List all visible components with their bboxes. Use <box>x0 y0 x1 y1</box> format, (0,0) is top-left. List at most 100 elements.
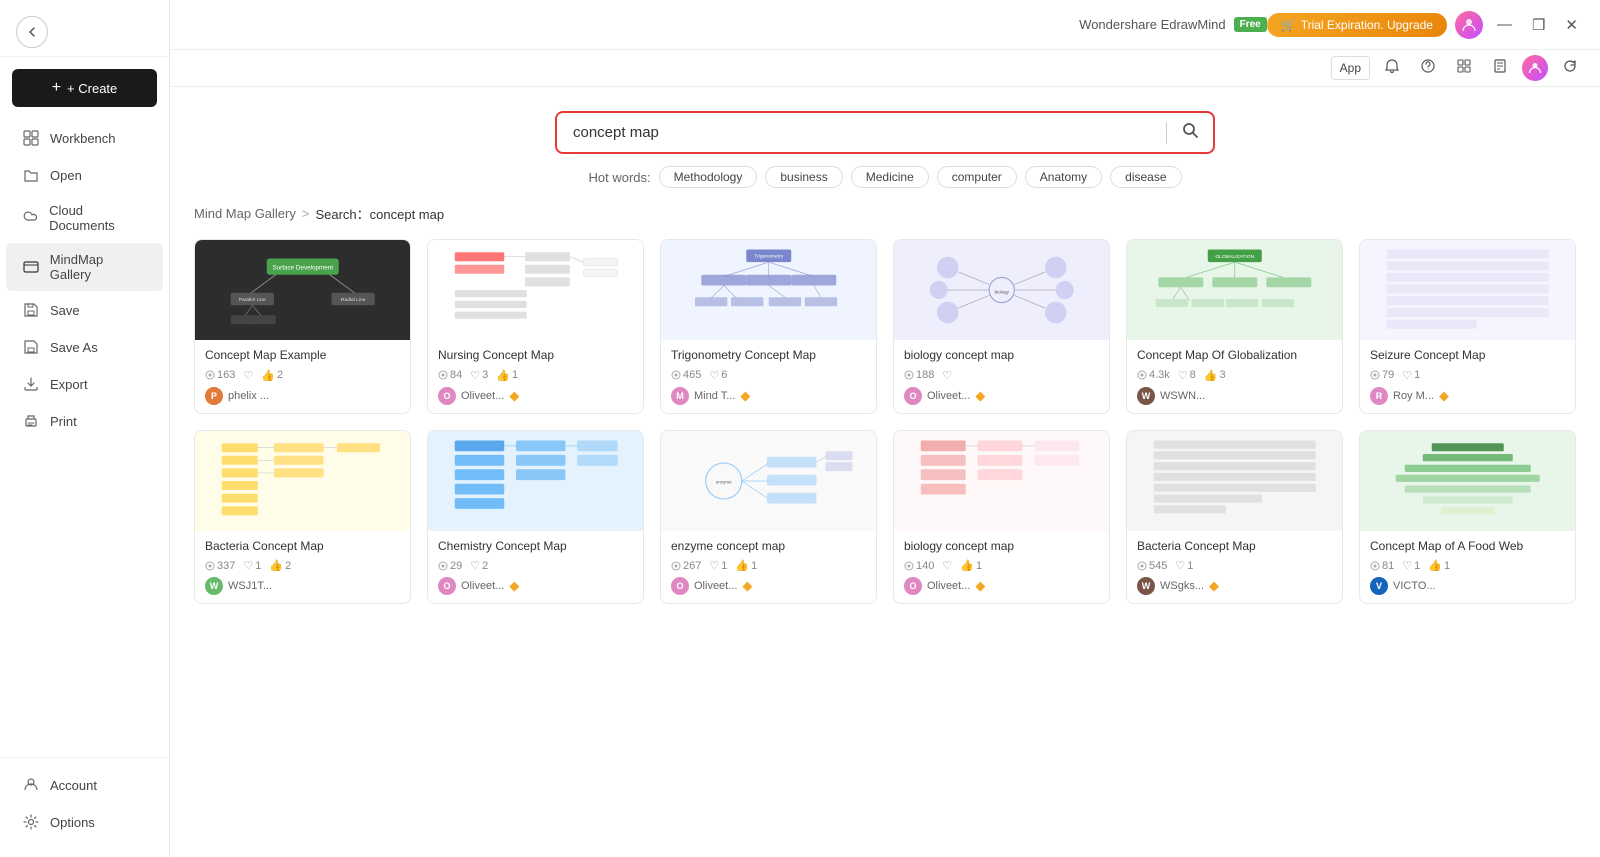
maximize-button[interactable]: ❐ <box>1526 12 1551 38</box>
card-author-6: R Roy M... ◆ <box>1370 387 1565 405</box>
card-thumb-12 <box>1360 431 1575 531</box>
views-1: 163 <box>205 369 235 381</box>
hot-words-label: Hot words: <box>588 170 650 185</box>
help-icon[interactable] <box>1414 54 1442 82</box>
gallery-card-12[interactable]: Concept Map of A Food Web 81 ♡ 1 👍 1 V V… <box>1359 430 1576 605</box>
minimize-button[interactable]: — <box>1491 12 1518 37</box>
gallery-card-8[interactable]: Chemistry Concept Map 29 ♡ 2 O Oliveet..… <box>427 430 644 605</box>
create-button[interactable]: + + Create <box>12 69 157 107</box>
app-title: Wondershare EdrawMind <box>1079 17 1225 32</box>
hot-tag-computer[interactable]: computer <box>937 166 1017 188</box>
card-title-4: biology concept map <box>904 348 1099 364</box>
content-area: Mind Map Gallery > Search：concept map Su… <box>170 204 1600 857</box>
gallery-card-3[interactable]: Trigonometry <box>660 239 877 414</box>
card-info-10: biology concept map 140 ♡ 👍 1 O Oliveet.… <box>894 531 1109 604</box>
save-as-label: Save As <box>50 340 98 355</box>
sidebar-item-mindmap-gallery[interactable]: MindMap Gallery <box>6 243 163 291</box>
heart-1: ♡ <box>243 369 253 382</box>
app-mode-label[interactable]: App <box>1331 56 1370 80</box>
plus-icon: + <box>52 79 61 97</box>
like-1: 👍 2 <box>261 369 283 382</box>
card-title-5: Concept Map Of Globalization <box>1137 348 1332 364</box>
svg-text:Surface Development: Surface Development <box>272 264 333 271</box>
user-avatar[interactable] <box>1455 11 1483 39</box>
sidebar-item-options[interactable]: Options <box>6 804 163 840</box>
breadcrumb-separator: > <box>302 206 310 221</box>
like-5: 👍 3 <box>1204 369 1226 382</box>
card-stats-3: 465 ♡ 6 <box>671 369 866 382</box>
author-name-4: Oliveet... <box>927 390 970 402</box>
topbar: Wondershare EdrawMind Free 🛒 Trial Expir… <box>170 0 1600 50</box>
card-info-2: Nursing Concept Map 84 ♡ 3 👍 1 O Oliveet… <box>428 340 643 413</box>
gallery-card-4[interactable]: biology <box>893 239 1110 414</box>
views-10: 140 <box>904 560 934 572</box>
sidebar-item-cloud[interactable]: Cloud Documents <box>6 194 163 242</box>
settings-icon[interactable] <box>1486 54 1514 82</box>
search-input[interactable] <box>557 114 1166 151</box>
svg-text:GLOBALIZATION: GLOBALIZATION <box>1215 254 1254 260</box>
sidebar-item-save-as[interactable]: Save As <box>6 329 163 365</box>
gallery-card-11[interactable]: Bacteria Concept Map 545 ♡ 1 W WSgks... … <box>1126 430 1343 605</box>
search-button[interactable] <box>1167 113 1213 152</box>
author-avatar-5: W <box>1137 387 1155 405</box>
sidebar-item-print[interactable]: Print <box>6 403 163 439</box>
sidebar-nav: Workbench Open Cloud Documents MindMap G… <box>0 115 169 757</box>
heart-8: ♡ 2 <box>470 559 488 572</box>
card-title-1: Concept Map Example <box>205 348 400 364</box>
back-button[interactable] <box>16 16 48 48</box>
gallery-card-5[interactable]: GLOBALIZATION <box>1126 239 1343 414</box>
views-7: 337 <box>205 560 235 572</box>
user-avatar-2[interactable] <box>1522 55 1548 81</box>
gold-badge-9: ◆ <box>742 578 752 594</box>
views-6: 79 <box>1370 369 1394 381</box>
breadcrumb-current: Search：concept map <box>315 204 444 223</box>
author-avatar-8: O <box>438 577 456 595</box>
like-12: 👍 1 <box>1428 559 1450 572</box>
trial-button[interactable]: 🛒 Trial Expiration. Upgrade <box>1267 13 1447 37</box>
close-button[interactable]: ✕ <box>1559 12 1584 38</box>
views-5: 4.3k <box>1137 369 1170 381</box>
gallery-card-2[interactable]: Nursing Concept Map 84 ♡ 3 👍 1 O Oliveet… <box>427 239 644 414</box>
author-name-5: WSWN... <box>1160 390 1205 402</box>
views-2: 84 <box>438 369 462 381</box>
svg-text:biology: biology <box>994 290 1009 295</box>
gallery-card-6[interactable]: Seizure Concept Map 79 ♡ 1 R Roy M... ◆ <box>1359 239 1576 414</box>
sidebar-item-save[interactable]: Save <box>6 292 163 328</box>
gallery-card-9[interactable]: enzyme enzyme concept map <box>660 430 877 605</box>
card-info-3: Trigonometry Concept Map 465 ♡ 6 M Mind … <box>661 340 876 413</box>
card-info-6: Seizure Concept Map 79 ♡ 1 R Roy M... ◆ <box>1360 340 1575 413</box>
hot-tag-methodology[interactable]: Methodology <box>659 166 758 188</box>
sidebar-item-open[interactable]: Open <box>6 157 163 193</box>
account-label: Account <box>50 778 97 793</box>
card-title-7: Bacteria Concept Map <box>205 539 400 555</box>
cart-icon: 🛒 <box>1281 18 1296 32</box>
hot-tag-disease[interactable]: disease <box>1110 166 1181 188</box>
refresh-icon[interactable] <box>1556 54 1584 82</box>
card-stats-1: 163 ♡ 👍 2 <box>205 369 400 382</box>
card-thumb-9: enzyme <box>661 431 876 531</box>
gallery-card-1[interactable]: Surface Development Parallel Line Radial… <box>194 239 411 414</box>
gallery-card-10[interactable]: biology concept map 140 ♡ 👍 1 O Oliveet.… <box>893 430 1110 605</box>
breadcrumb: Mind Map Gallery > Search：concept map <box>194 204 1576 223</box>
open-icon <box>22 166 40 184</box>
sidebar: + + Create Workbench Open Cloud Document… <box>0 0 170 857</box>
views-4: 188 <box>904 369 934 381</box>
card-info-9: enzyme concept map 267 ♡ 1 👍 1 O Oliveet… <box>661 531 876 604</box>
breadcrumb-gallery[interactable]: Mind Map Gallery <box>194 206 296 221</box>
svg-text:Trigonometry: Trigonometry <box>754 254 783 260</box>
gallery-card-7[interactable]: Bacteria Concept Map 337 ♡ 1 👍 2 W WSJ1T… <box>194 430 411 605</box>
card-stats-8: 29 ♡ 2 <box>438 559 633 572</box>
hot-tag-anatomy[interactable]: Anatomy <box>1025 166 1102 188</box>
hot-tag-business[interactable]: business <box>765 166 842 188</box>
sidebar-item-export[interactable]: Export <box>6 366 163 402</box>
search-area: Hot words: Methodology business Medicine… <box>170 87 1600 204</box>
gallery-grid: Surface Development Parallel Line Radial… <box>194 239 1576 604</box>
sidebar-item-account[interactable]: Account <box>6 767 163 803</box>
hot-tag-medicine[interactable]: Medicine <box>851 166 929 188</box>
notification-icon[interactable] <box>1378 54 1406 82</box>
author-avatar-7: W <box>205 577 223 595</box>
grid-icon[interactable] <box>1450 54 1478 82</box>
author-name-10: Oliveet... <box>927 580 970 592</box>
sidebar-item-workbench[interactable]: Workbench <box>6 120 163 156</box>
save-icon <box>22 301 40 319</box>
